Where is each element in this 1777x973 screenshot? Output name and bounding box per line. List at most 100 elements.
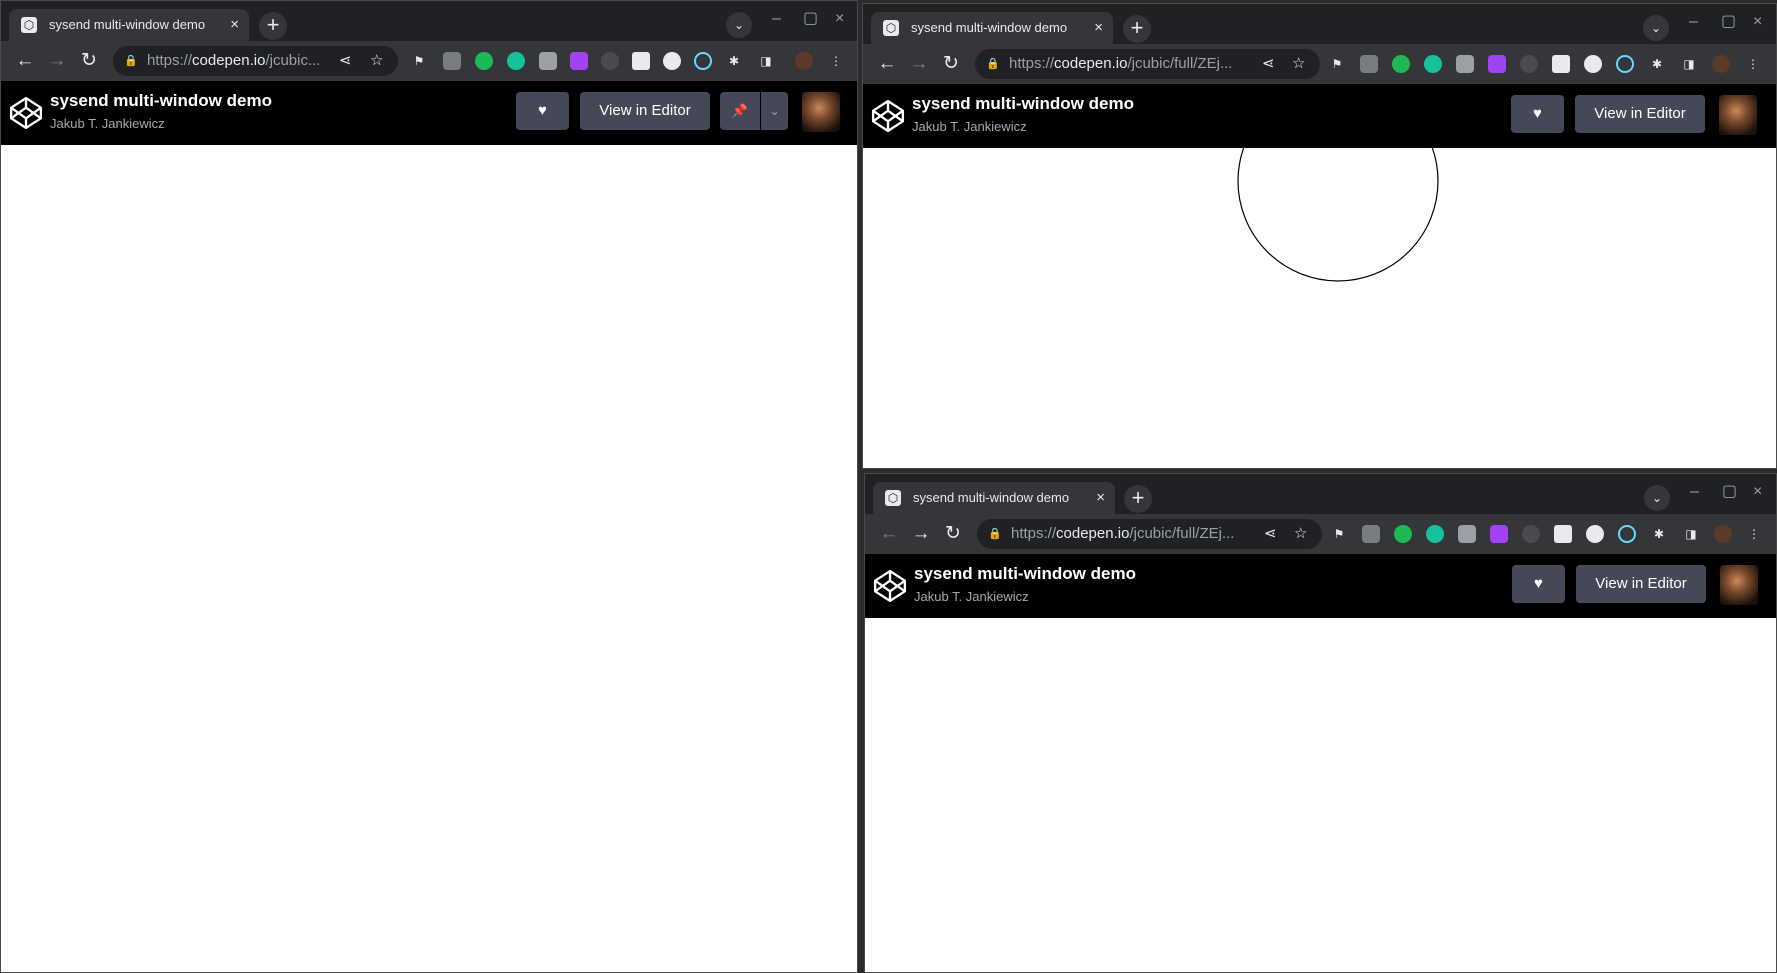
- ublock-extension-icon[interactable]: [1362, 525, 1380, 543]
- view-in-editor-button[interactable]: View in Editor: [580, 92, 710, 130]
- codepen-logo-icon[interactable]: [9, 96, 43, 130]
- flag-extension-icon[interactable]: ⚑: [410, 52, 428, 70]
- author-avatar[interactable]: [1719, 95, 1757, 135]
- view-in-editor-button[interactable]: View in Editor: [1575, 95, 1705, 133]
- window-close-icon[interactable]: ×: [1753, 12, 1762, 32]
- tab-close-icon[interactable]: ×: [230, 9, 239, 41]
- page-author[interactable]: Jakub T. Jankiewicz: [912, 119, 1027, 134]
- like-button[interactable]: ♥: [516, 92, 569, 130]
- window-close-icon[interactable]: ×: [835, 9, 844, 29]
- back-button[interactable]: ←: [875, 520, 903, 548]
- green-extension-icon[interactable]: [1392, 55, 1410, 73]
- bookmark-extension-icon[interactable]: [1554, 525, 1572, 543]
- purple-extension-icon[interactable]: [1490, 525, 1508, 543]
- address-bar[interactable]: 🔒 https://codepen.io/jcubic... ⋖ ☆: [113, 46, 398, 76]
- tab-close-icon[interactable]: ×: [1096, 482, 1105, 514]
- back-button[interactable]: ←: [873, 50, 901, 78]
- address-bar[interactable]: 🔒 https://codepen.io/jcubic/full/ZEj... …: [975, 49, 1320, 79]
- disabled-extension-icon[interactable]: [1520, 55, 1538, 73]
- extensions-puzzle-icon[interactable]: ✱: [1648, 55, 1666, 73]
- profile-avatar-icon[interactable]: [795, 52, 813, 70]
- codepen-logo-icon[interactable]: [871, 99, 905, 133]
- tab-search-button[interactable]: ⌄: [726, 12, 752, 38]
- bookmark-extension-icon[interactable]: [1552, 55, 1570, 73]
- side-panel-icon[interactable]: ◨: [1682, 525, 1700, 543]
- maximize-icon[interactable]: ▢: [1722, 482, 1737, 502]
- forward-button[interactable]: →: [43, 47, 71, 75]
- camera-extension-icon[interactable]: [1456, 55, 1474, 73]
- ublock-extension-icon[interactable]: [1360, 55, 1378, 73]
- chrome-menu-icon[interactable]: ⋮: [827, 52, 845, 70]
- url-host: codepen.io: [1056, 525, 1130, 542]
- page-author[interactable]: Jakub T. Jankiewicz: [50, 116, 165, 131]
- bookmark-extension-icon[interactable]: [632, 52, 650, 70]
- chrome-menu-icon[interactable]: ⋮: [1744, 55, 1762, 73]
- forward-button[interactable]: →: [905, 50, 933, 78]
- flag-extension-icon[interactable]: ⚑: [1330, 525, 1348, 543]
- maximize-icon[interactable]: ▢: [803, 9, 818, 29]
- extensions-puzzle-icon[interactable]: ✱: [725, 52, 743, 70]
- back-button[interactable]: ←: [11, 47, 39, 75]
- profile-avatar-icon[interactable]: [1714, 525, 1732, 543]
- share-icon[interactable]: ⋖: [1264, 519, 1277, 549]
- minimize-icon[interactable]: –: [1689, 12, 1698, 32]
- purple-extension-icon[interactable]: [570, 52, 588, 70]
- pin-dropdown-button[interactable]: ⌄: [761, 92, 788, 130]
- reload-button[interactable]: ↻: [75, 47, 103, 75]
- tab-search-button[interactable]: ⌄: [1643, 15, 1669, 41]
- green-extension-icon[interactable]: [1394, 525, 1412, 543]
- reload-button[interactable]: ↻: [937, 50, 965, 78]
- author-avatar[interactable]: [802, 92, 840, 132]
- browser-tab[interactable]: ⬡ sysend multi-window demo ×: [9, 9, 249, 41]
- mentor-extension-icon[interactable]: [1586, 525, 1604, 543]
- minimize-icon[interactable]: –: [1690, 482, 1699, 502]
- bookmark-star-icon[interactable]: ☆: [370, 46, 383, 76]
- author-avatar[interactable]: [1720, 565, 1758, 605]
- mentor-extension-icon[interactable]: [1584, 55, 1602, 73]
- grammarly-extension-icon[interactable]: [1424, 55, 1442, 73]
- flag-extension-icon[interactable]: ⚑: [1328, 55, 1346, 73]
- maximize-icon[interactable]: ▢: [1721, 12, 1736, 32]
- extensions-puzzle-icon[interactable]: ✱: [1650, 525, 1668, 543]
- green-extension-icon[interactable]: [475, 52, 493, 70]
- reload-button[interactable]: ↻: [939, 520, 967, 548]
- grammarly-extension-icon[interactable]: [1426, 525, 1444, 543]
- view-in-editor-button[interactable]: View in Editor: [1576, 565, 1706, 603]
- share-icon[interactable]: ⋖: [1262, 49, 1275, 79]
- disabled-extension-icon[interactable]: [601, 52, 619, 70]
- window-close-icon[interactable]: ×: [1753, 482, 1762, 502]
- forward-button[interactable]: →: [907, 520, 935, 548]
- disabled-extension-icon[interactable]: [1522, 525, 1540, 543]
- react-devtools-icon[interactable]: [694, 52, 712, 70]
- purple-extension-icon[interactable]: [1488, 55, 1506, 73]
- like-button[interactable]: ♥: [1512, 565, 1565, 603]
- chrome-menu-icon[interactable]: ⋮: [1745, 525, 1763, 543]
- page-author[interactable]: Jakub T. Jankiewicz: [914, 589, 1029, 604]
- bookmark-star-icon[interactable]: ☆: [1294, 519, 1307, 549]
- camera-extension-icon[interactable]: [1458, 525, 1476, 543]
- new-tab-button[interactable]: +: [1123, 15, 1151, 43]
- like-button[interactable]: ♥: [1511, 95, 1564, 133]
- side-panel-icon[interactable]: ◨: [1680, 55, 1698, 73]
- new-tab-button[interactable]: +: [259, 12, 287, 40]
- pin-button[interactable]: 📌: [720, 92, 760, 130]
- page-content: [865, 618, 1776, 972]
- grammarly-extension-icon[interactable]: [507, 52, 525, 70]
- share-icon[interactable]: ⋖: [339, 46, 352, 76]
- codepen-logo-icon[interactable]: [873, 569, 907, 603]
- react-devtools-icon[interactable]: [1616, 55, 1634, 73]
- tab-search-button[interactable]: ⌄: [1644, 485, 1670, 511]
- browser-tab[interactable]: ⬡ sysend multi-window demo ×: [873, 482, 1115, 514]
- side-panel-icon[interactable]: ◨: [757, 52, 775, 70]
- mentor-extension-icon[interactable]: [663, 52, 681, 70]
- minimize-icon[interactable]: –: [772, 9, 781, 29]
- tab-close-icon[interactable]: ×: [1094, 12, 1103, 44]
- browser-tab[interactable]: ⬡ sysend multi-window demo ×: [871, 12, 1113, 44]
- ublock-extension-icon[interactable]: [443, 52, 461, 70]
- address-bar[interactable]: 🔒 https://codepen.io/jcubic/full/ZEj... …: [977, 519, 1322, 549]
- new-tab-button[interactable]: +: [1124, 485, 1152, 513]
- camera-extension-icon[interactable]: [539, 52, 557, 70]
- profile-avatar-icon[interactable]: [1712, 55, 1730, 73]
- react-devtools-icon[interactable]: [1618, 525, 1636, 543]
- bookmark-star-icon[interactable]: ☆: [1292, 49, 1305, 79]
